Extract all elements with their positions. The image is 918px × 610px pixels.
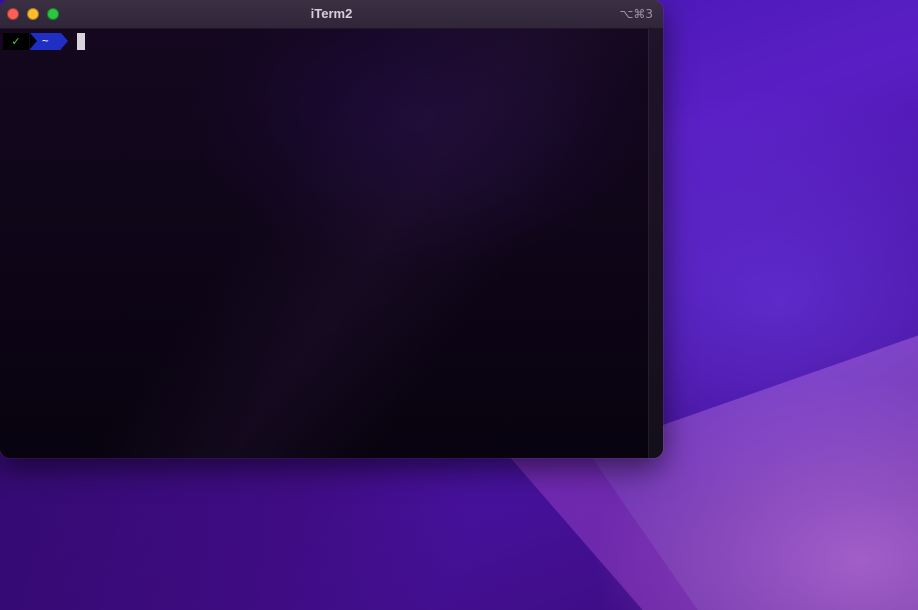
- terminal-area[interactable]: ✓ ~: [0, 29, 663, 458]
- window-title: iTerm2: [310, 6, 353, 21]
- checkmark-icon: ✓: [3, 32, 29, 50]
- maximize-button[interactable]: [47, 8, 59, 20]
- close-button[interactable]: [7, 8, 19, 20]
- text-cursor: [76, 32, 85, 50]
- minimize-button[interactable]: [27, 8, 39, 20]
- shell-prompt: ✓ ~: [3, 32, 85, 50]
- title-bar[interactable]: iTerm2 ⌥⌘3: [0, 0, 663, 29]
- scrollbar[interactable]: [648, 29, 663, 458]
- window-controls: [7, 8, 59, 20]
- iterm-window: iTerm2 ⌥⌘3 ✓ ~: [0, 0, 663, 458]
- desktop: iTerm2 ⌥⌘3 ✓ ~: [0, 0, 918, 610]
- window-shortcut: ⌥⌘3: [619, 7, 653, 21]
- prompt-directory: ~: [30, 32, 68, 50]
